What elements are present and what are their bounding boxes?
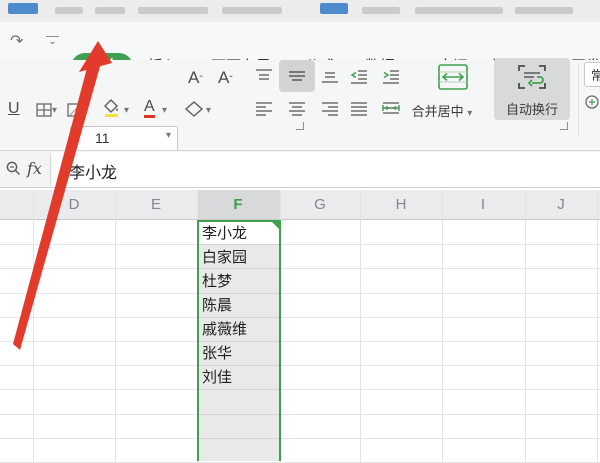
ribbon-divider <box>578 64 579 136</box>
formula-value: 李小龙 <box>69 159 117 183</box>
cell-f5[interactable]: 戚薇维 <box>202 318 276 342</box>
gridline <box>442 190 443 463</box>
redo-icon[interactable]: ↷ <box>10 34 23 49</box>
justify-icon[interactable] <box>347 96 371 120</box>
titlebar-blur-text <box>362 7 400 14</box>
window-tab-2[interactable] <box>320 3 348 14</box>
column-header-e[interactable]: E <box>136 193 176 217</box>
wrap-text-icon <box>517 63 547 91</box>
cell-f2[interactable]: 白家园 <box>202 246 276 270</box>
decrease-indent-icon[interactable] <box>347 64 371 88</box>
cell-f6[interactable]: 张华 <box>202 342 276 366</box>
titlebar-blur-text <box>138 7 208 14</box>
titlebar-blur-text <box>55 7 83 14</box>
column-header-d[interactable]: D <box>54 193 94 217</box>
decrease-font-label: A <box>218 68 229 87</box>
column-header-j[interactable]: J <box>541 193 581 217</box>
window-titlebar <box>0 0 600 23</box>
vertical-align-top-icon[interactable] <box>252 64 276 88</box>
align-center-icon[interactable] <box>285 96 309 120</box>
group-expander-icon[interactable] <box>296 122 304 130</box>
gridline <box>0 389 600 390</box>
gridline <box>360 190 361 463</box>
gridline <box>0 365 600 366</box>
column-header-i[interactable]: I <box>463 193 503 217</box>
font-size-value[interactable]: 11 <box>95 130 110 146</box>
decrease-font-button[interactable]: Aˇ <box>218 68 233 88</box>
wrap-text-button[interactable]: 自动换行 <box>494 58 570 120</box>
insert-function-button[interactable]: fx <box>27 159 42 178</box>
increase-font-button[interactable]: Aˆ <box>188 68 203 88</box>
merge-center-label: 合并居中 <box>412 104 464 119</box>
chevron-down-icon[interactable]: ▾ <box>52 106 57 116</box>
gridline <box>525 190 526 463</box>
chevron-down-icon[interactable]: ▾ <box>124 106 129 116</box>
chevron-down-icon[interactable]: ▾ <box>162 106 167 116</box>
number-format-dropdown[interactable]: 常 <box>584 62 600 87</box>
formula-bar-divider <box>50 154 51 185</box>
merge-center-button[interactable]: 合并居中 ▾ <box>404 101 480 120</box>
align-left-icon[interactable] <box>252 96 276 120</box>
cell-f4[interactable]: 陈晨 <box>202 294 276 318</box>
formula-input[interactable]: 李小龙 <box>52 152 600 187</box>
font-color-button[interactable]: A <box>144 98 155 118</box>
number-format-label: 常 <box>591 68 600 83</box>
collapse-ribbon-icon[interactable]: ⌄ <box>46 36 59 46</box>
gridline <box>115 190 116 463</box>
eraser-icon[interactable] <box>182 97 206 121</box>
chevron-down-icon: ▾ <box>467 108 472 119</box>
selection-border-right <box>279 220 281 461</box>
gridline <box>33 190 34 463</box>
column-header-g[interactable]: G <box>300 193 340 217</box>
formula-bar: fx 李小龙 <box>0 150 600 188</box>
group-expander-icon[interactable] <box>560 122 568 130</box>
merge-center-icon[interactable] <box>437 63 469 91</box>
increase-indent-icon[interactable] <box>379 64 403 88</box>
gridline <box>0 438 600 439</box>
gridline <box>0 293 600 294</box>
caret-down-icon: ˇ <box>229 75 232 86</box>
gridline <box>0 317 600 318</box>
gridline <box>0 414 600 415</box>
column-header-f[interactable]: F <box>218 193 258 217</box>
fill-color-icon[interactable] <box>100 96 124 120</box>
titlebar-blur-text <box>515 7 573 14</box>
font-size-combo[interactable]: 11 ▾ <box>70 126 178 153</box>
vertical-align-bottom-icon[interactable] <box>318 64 342 88</box>
distribute-text-icon[interactable] <box>379 96 403 120</box>
increase-font-label: A <box>188 68 199 87</box>
align-right-icon[interactable] <box>318 96 342 120</box>
gridline <box>0 341 600 342</box>
window-tab-1[interactable] <box>8 3 38 14</box>
titlebar-blur-text <box>95 7 125 14</box>
underline-button[interactable]: U <box>8 100 20 118</box>
selection-border-left <box>197 220 199 461</box>
titlebar-blur-text <box>222 7 282 14</box>
spreadsheet-app-window: ↷ ⌄ 开始 插入 页面布局 公式 数据 审阅 视图 开发工具 11 ▾ Aˆ … <box>0 0 600 463</box>
ribbon-tab-bar: ↷ ⌄ 开始 插入 页面布局 公式 数据 审阅 视图 开发工具 <box>0 22 600 60</box>
gridline <box>0 268 600 269</box>
cell-f1[interactable]: 李小龙 <box>202 222 276 246</box>
search-icon[interactable] <box>5 160 22 177</box>
vertical-align-middle-icon[interactable] <box>285 64 309 88</box>
chevron-down-icon[interactable]: ▾ <box>206 106 211 116</box>
titlebar-blur-text <box>415 7 503 14</box>
wrap-text-label: 自动换行 <box>498 99 566 118</box>
column-header-h[interactable]: H <box>381 193 421 217</box>
gridline <box>597 190 598 463</box>
cell-f7[interactable]: 刘佳 <box>202 366 276 390</box>
chevron-down-icon[interactable]: ▾ <box>166 131 171 141</box>
ribbon-home-panel: 11 ▾ Aˆ Aˇ U ▾ ▾ ▾ A ▾ ▾ <box>0 60 600 151</box>
cell-f3[interactable]: 杜梦 <box>202 270 276 294</box>
currency-icon[interactable] <box>584 94 600 110</box>
chevron-down-icon[interactable]: ▾ <box>83 106 88 116</box>
caret-up-icon: ˆ <box>199 75 202 86</box>
gridline <box>0 244 600 245</box>
